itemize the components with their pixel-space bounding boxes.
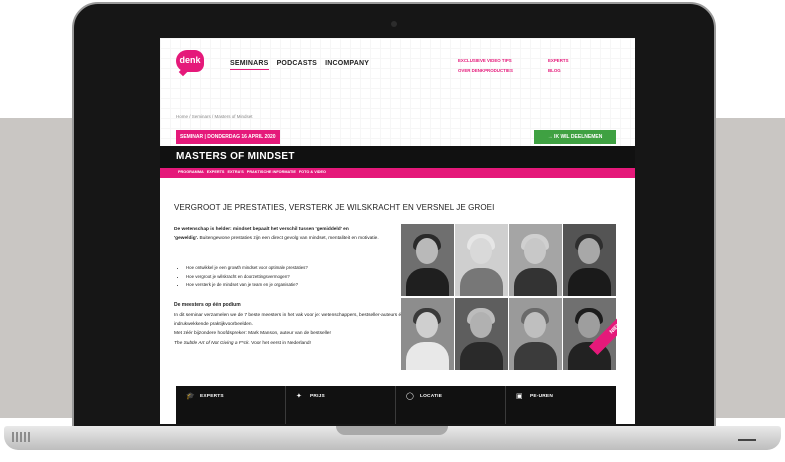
breadcrumb[interactable]: Home / Seminars / Masters of Mindset <box>176 114 253 119</box>
info-tile-label: PE-UREN <box>530 394 553 399</box>
intro-bold-2: 'geweldig'. <box>174 236 199 242</box>
para-1: In dit seminar verzamelen we de 7 beste … <box>174 313 404 328</box>
info-tile-label: LOCATIE <box>420 394 443 399</box>
link-blog[interactable]: BLOG <box>548 66 569 76</box>
body-paragraph: In dit seminar verzamelen we de 7 beste … <box>174 311 404 348</box>
scene: denk SEMINARS PODCASTS INCOMPANY EXCLUSI… <box>0 0 785 462</box>
laptop-vent <box>12 432 32 442</box>
para-3: Voor het eerst in Nederland! <box>249 340 311 346</box>
para-2: Met zéér bijzondere hoofdspreker: Mark M… <box>174 331 332 337</box>
speaker-photo[interactable] <box>509 298 562 370</box>
nav-podcasts[interactable]: PODCASTS <box>277 60 318 70</box>
link-exclusive-video-tips[interactable]: EXCLUSIEVE VIDEO TIPS <box>458 56 513 66</box>
speaker-photo[interactable] <box>509 224 562 296</box>
content-headline: VERGROOT JE PRESTATIES, VERSTERK JE WILS… <box>174 203 495 212</box>
nav-seminars[interactable]: SEMINARS <box>230 60 269 70</box>
intro-bold: De wetenschap is helder: mindset bepaalt… <box>174 227 349 232</box>
subheading: De meesters op één podium <box>174 302 241 308</box>
laptop-screen: denk SEMINARS PODCASTS INCOMPANY EXCLUSI… <box>160 38 635 424</box>
question-list: Hoe ontwikkel je een growth mindset voor… <box>182 264 402 290</box>
list-item: Hoe versterk je de mindset van je team e… <box>186 281 402 290</box>
ticket-icon: ✦ <box>296 393 302 400</box>
main-nav: SEMINARS PODCASTS INCOMPANY <box>230 60 369 70</box>
speaker-photo-grid: NIEUW! <box>401 224 617 370</box>
info-tile-label: PRIJS <box>310 394 325 399</box>
tab-experts[interactable]: EXPERTS <box>207 170 225 174</box>
info-tile-locatie[interactable]: ◯ LOCATIE <box>396 386 506 424</box>
book-title: The Subtle Art of Not Giving a F*ck. <box>174 340 250 346</box>
info-bar: 🎓 EXPERTS ✦ PRIJS ◯ LOCATIE ▣ PE-UREN <box>176 386 616 424</box>
calendar-icon: ▣ <box>516 393 523 400</box>
speaker-photo[interactable] <box>455 298 508 370</box>
graduation-cap-icon: 🎓 <box>186 393 195 400</box>
info-tile-prijs[interactable]: ✦ PRIJS <box>286 386 396 424</box>
event-date-tag: SEMINAR | DONDERDAG 16 APRIL 2020 <box>176 130 280 144</box>
top-links-left: EXCLUSIEVE VIDEO TIPS OVER DENKPRODUCTIE… <box>458 56 513 76</box>
laptop-indicator <box>738 439 756 441</box>
tab-foto-video[interactable]: FOTO & VIDEO <box>299 170 326 174</box>
speaker-photo[interactable] <box>563 224 616 296</box>
intro-rest: Buitengewone prestaties zijn een direct … <box>198 236 379 242</box>
intro-paragraph: De wetenschap is helder: mindset bepaalt… <box>174 225 402 243</box>
event-subnav: PROGRAMMA EXPERTS EXTRA'S PRAKTISCHE INF… <box>160 168 635 178</box>
list-item: Hoe ontwikkel je een growth mindset voor… <box>186 264 402 273</box>
tab-extras[interactable]: EXTRA'S <box>227 170 243 174</box>
tab-praktische-informatie[interactable]: PRAKTISCHE INFORMATIE <box>247 170 296 174</box>
webcam-icon <box>391 21 397 27</box>
speaker-photo[interactable] <box>401 298 454 370</box>
speaker-photo[interactable] <box>401 224 454 296</box>
info-tile-experts[interactable]: 🎓 EXPERTS <box>176 386 286 424</box>
info-tile-pe-uren[interactable]: ▣ PE-UREN <box>506 386 616 424</box>
speaker-photo[interactable] <box>455 224 508 296</box>
tab-programma[interactable]: PROGRAMMA <box>178 170 204 174</box>
top-links-right: EXPERTS BLOG <box>548 56 569 76</box>
map-pin-icon: ◯ <box>406 393 414 400</box>
link-about-denkproducties[interactable]: OVER DENKPRODUCTIES <box>458 66 513 76</box>
register-button[interactable]: → IK WIL DEELNEMEN <box>534 130 616 144</box>
list-item: Hoe vergroot je wilskracht en doorzettin… <box>186 273 402 282</box>
laptop-notch <box>336 426 448 435</box>
info-tile-label: EXPERTS <box>200 394 224 399</box>
nav-incompany[interactable]: INCOMPANY <box>325 60 369 70</box>
event-title-bar: MASTERS OF MINDSET <box>160 146 635 168</box>
link-experts[interactable]: EXPERTS <box>548 56 569 66</box>
page-title: MASTERS OF MINDSET <box>176 151 295 162</box>
